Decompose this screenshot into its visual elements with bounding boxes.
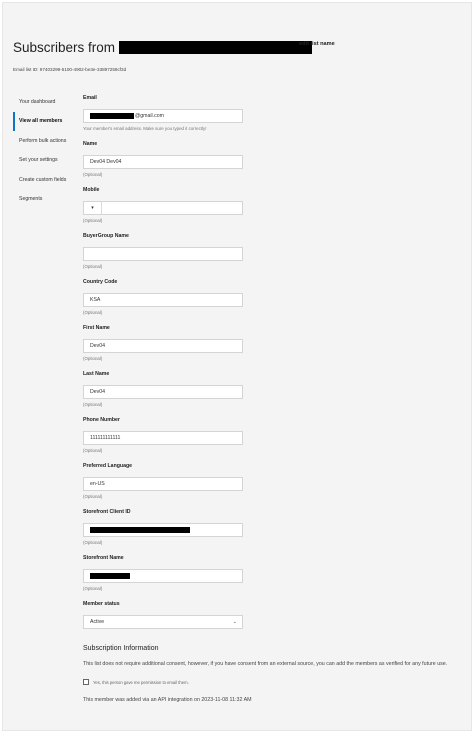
name-field[interactable]: Dev04 Dev04 (83, 155, 243, 169)
mobile-hint: (Optional) (83, 218, 103, 223)
mobile-field[interactable]: ▾ (83, 201, 243, 215)
sidebar: Your dashboard View all members Perform … (13, 92, 75, 209)
last-name-label: Last Name (83, 371, 110, 377)
storefront-client-id-field[interactable] (83, 523, 243, 537)
storefront-client-id-field-group: Storefront Client ID (Optional) (83, 509, 243, 545)
phone-number-label: Phone Number (83, 417, 120, 423)
preferred-language-field-group: Preferred Language en-US (Optional) (83, 463, 243, 499)
preferred-language-label: Preferred Language (83, 463, 133, 469)
sidebar-item-custom-fields[interactable]: Create custom fields (13, 170, 75, 190)
storefront-name-field[interactable] (83, 569, 243, 583)
mobile-label: Mobile (83, 187, 100, 193)
phone-number-field[interactable]: 111111111111 (83, 431, 243, 445)
mobile-field-group: Mobile ▾ (Optional) (83, 187, 243, 223)
member-status-label: Member status (83, 601, 120, 607)
name-hint: (Optional) (83, 172, 103, 177)
redacted-email-user (90, 113, 134, 119)
first-name-field-group: First Name Dev04 (Optional) (83, 325, 243, 361)
email-list-id: Email list ID: 97403299-5100-4902-be3e-3… (13, 67, 127, 72)
member-status-select[interactable]: Active ⌄ (83, 615, 243, 629)
buyer-group-hint: (Optional) (83, 264, 103, 269)
storefront-client-id-hint: (Optional) (83, 540, 103, 545)
consent-row: Yes, this person gave me permission to e… (83, 679, 189, 685)
page-container: Subscribers from edit list name Email li… (2, 2, 472, 731)
email-suffix: @gmail.com (135, 113, 164, 119)
sidebar-item-settings[interactable]: Set your settings (13, 151, 75, 171)
first-name-hint: (Optional) (83, 356, 103, 361)
subscription-description: This list does not require additional co… (83, 661, 448, 667)
storefront-name-label: Storefront Name (83, 555, 124, 561)
buyer-group-field-group: BuyerGroup Name (Optional) (83, 233, 243, 269)
name-field-group: Name Dev04 Dev04 (Optional) (83, 141, 243, 177)
email-label: Email (83, 95, 97, 101)
email-field[interactable]: @gmail.com (83, 109, 243, 123)
sidebar-item-dashboard[interactable]: Your dashboard (13, 92, 75, 112)
redacted-list-name (119, 40, 313, 54)
country-code-field[interactable]: KSA (83, 293, 243, 307)
country-code-hint: (Optional) (83, 310, 103, 315)
country-code-label: Country Code (83, 279, 118, 285)
redacted-client-id (90, 527, 190, 533)
subscription-title: Subscription Information (83, 645, 159, 652)
first-name-field[interactable]: Dev04 (83, 339, 243, 353)
preferred-language-hint: (Optional) (83, 494, 103, 499)
sidebar-item-bulk-actions[interactable]: Perform bulk actions (13, 131, 75, 151)
title-text: Subscribers from (13, 39, 116, 55)
storefront-name-hint: (Optional) (83, 586, 103, 591)
buyer-group-label: BuyerGroup Name (83, 233, 129, 239)
added-via-api-note: This member was added via an API integra… (83, 697, 252, 703)
country-flag-dropdown[interactable]: ▾ (84, 202, 102, 214)
phone-number-hint: (Optional) (83, 448, 103, 453)
first-name-label: First Name (83, 325, 110, 331)
member-status-value: Active (90, 619, 105, 625)
buyer-group-field[interactable] (83, 247, 243, 261)
chevron-down-icon: ⌄ (232, 619, 237, 625)
phone-number-field-group: Phone Number 111111111111 (Optional) (83, 417, 243, 453)
edit-list-name-link[interactable]: edit list name (299, 41, 335, 47)
preferred-language-field[interactable]: en-US (83, 477, 243, 491)
page-title: Subscribers from (13, 37, 313, 57)
storefront-name-field-group: Storefront Name (Optional) (83, 555, 243, 591)
consent-label: Yes, this person gave me permission to e… (93, 679, 189, 685)
last-name-field[interactable]: Dev04 (83, 385, 243, 399)
name-label: Name (83, 141, 98, 147)
redacted-storefront-name (90, 573, 130, 579)
storefront-client-id-label: Storefront Client ID (83, 509, 131, 515)
country-code-field-group: Country Code KSA (Optional) (83, 279, 243, 315)
sidebar-item-view-all-members[interactable]: View all members (13, 111, 75, 131)
email-hint: Your member's email address. Make sure y… (83, 126, 207, 131)
last-name-hint: (Optional) (83, 402, 103, 407)
consent-checkbox[interactable] (83, 679, 89, 685)
email-field-group: Email @gmail.com Your member's email add… (83, 95, 243, 131)
sidebar-item-segments[interactable]: Segments (13, 190, 75, 210)
last-name-field-group: Last Name Dev04 (Optional) (83, 371, 243, 407)
member-status-field-group: Member status Active ⌄ (83, 601, 243, 629)
